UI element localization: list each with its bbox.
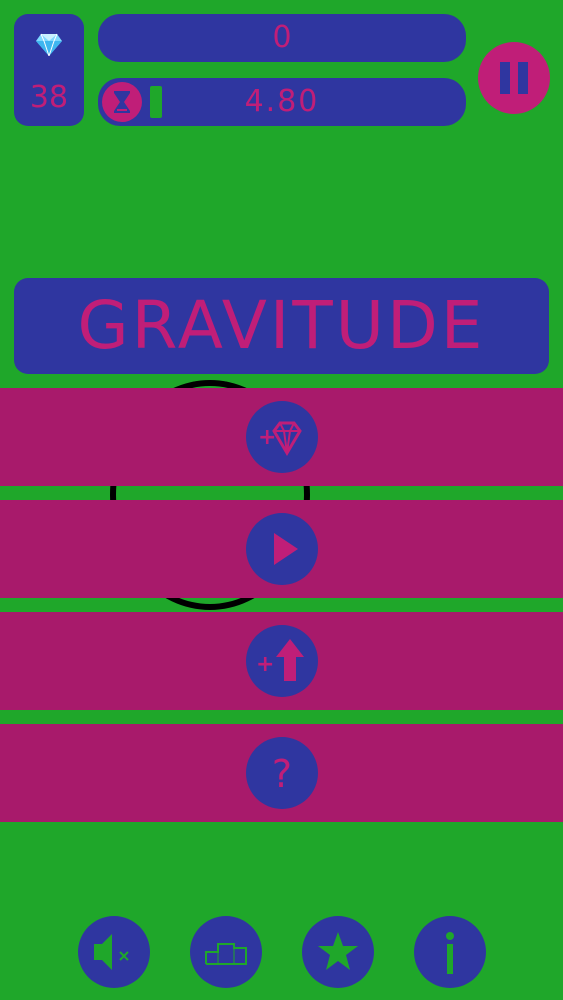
menu-row-play[interactable] [0,500,563,598]
score-value: 0 [272,20,292,55]
star-icon [318,932,358,970]
info-button[interactable] [414,916,486,988]
pause-button[interactable] [478,42,550,114]
menu-row-help[interactable]: ? [0,724,563,822]
timer-value: 4.80 [244,84,320,119]
play-button[interactable] [246,513,318,585]
play-icon [274,533,298,565]
leaderboard-icon [205,943,247,965]
upgrade-button[interactable]: + [246,625,318,697]
mute-button[interactable] [78,916,150,988]
title-banner: GRAVITUDE [14,278,549,374]
leaderboard-button[interactable] [190,916,262,988]
pause-icon [500,62,510,94]
menu-row-upgrade[interactable]: + [0,612,563,710]
game-title: GRAVITUDE [77,287,486,364]
add-gems-button[interactable]: + [246,401,318,473]
diamond-icon [14,32,84,60]
menu-row-gems[interactable]: + [0,388,563,486]
score-bar: 0 [98,14,466,62]
upgrade-icon: + [256,639,304,681]
timer-bar: 4.80 [98,78,466,126]
info-icon [446,932,454,974]
mute-icon [94,934,129,970]
gem-count: 38 [29,80,69,115]
svg-text:+: + [256,652,274,677]
help-button[interactable]: ? [246,737,318,809]
help-icon: ? [272,752,292,796]
add-gems-icon: + [258,421,302,456]
svg-text:+: + [258,425,276,450]
svg-text:?: ? [272,752,292,796]
gem-counter: 38 [14,14,84,126]
rate-button[interactable] [302,916,374,988]
